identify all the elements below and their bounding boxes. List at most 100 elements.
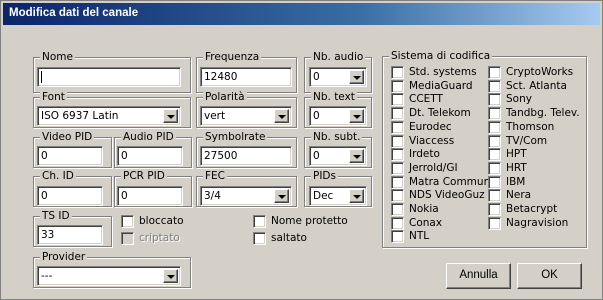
ch-id-input[interactable]: 0 <box>37 186 103 206</box>
chevron-down-icon[interactable] <box>274 189 289 203</box>
encoding-checkbox[interactable]: Sony <box>488 93 532 107</box>
pids-label: PIDs <box>311 169 338 183</box>
checkbox-box[interactable] <box>488 189 501 203</box>
checkbox-box[interactable] <box>488 161 501 175</box>
checkbox-box[interactable] <box>391 93 404 107</box>
encoding-checkbox[interactable]: CryptoWorks <box>488 66 573 79</box>
encoding-label: CCETT <box>409 93 443 106</box>
checkbox-box[interactable] <box>121 215 134 228</box>
nome-label: Nome <box>40 50 75 64</box>
video-pid-label: Video PID <box>40 130 95 144</box>
encoding-label: HPT <box>506 148 527 161</box>
checkbox-box[interactable] <box>488 107 501 121</box>
encoding-checkbox[interactable]: Nagravision <box>488 216 569 230</box>
pids-select[interactable]: Dec <box>309 186 367 206</box>
ok-button[interactable]: OK <box>517 263 582 289</box>
chevron-down-icon[interactable] <box>163 269 178 283</box>
nome-input[interactable] <box>37 67 181 87</box>
chevron-down-icon[interactable] <box>349 70 364 84</box>
encoding-label: Jerrold/GI <box>409 161 458 174</box>
checkbox-box[interactable] <box>391 134 404 148</box>
encoding-label: Nagravision <box>506 216 569 229</box>
encoding-checkbox[interactable]: IBM <box>488 175 526 189</box>
encoding-checkbox[interactable]: NDS VideoGuz <box>391 189 485 203</box>
encoding-checkbox[interactable]: CCETT <box>391 93 443 107</box>
encoding-checkbox[interactable]: Tandbg. Telev. <box>488 107 580 121</box>
checkbox-box[interactable] <box>488 203 501 216</box>
bloccato-checkbox[interactable]: bloccato <box>121 215 184 228</box>
checkbox-box[interactable] <box>488 93 501 107</box>
encoding-label: TV/Com <box>506 134 548 147</box>
checkbox-box[interactable] <box>391 148 404 162</box>
audio-pid-input[interactable]: 0 <box>117 146 183 166</box>
encoding-checkbox[interactable]: Conax <box>391 216 442 230</box>
nome-protetto-checkbox[interactable]: Nome protetto <box>253 215 348 228</box>
checkbox-box[interactable] <box>253 232 266 245</box>
encoding-checkbox[interactable]: Irdeto <box>391 148 440 162</box>
annulla-button[interactable]: Annulla <box>446 263 511 289</box>
chevron-down-icon[interactable] <box>349 109 364 123</box>
encoding-label: IBM <box>506 175 526 188</box>
encoding-label: Sct. Atlanta <box>506 79 567 92</box>
nb-text-label: Nb. text <box>311 90 357 104</box>
encoding-label: Sony <box>506 93 532 106</box>
chevron-down-icon[interactable] <box>349 189 364 203</box>
encoding-checkbox[interactable]: Betacrypt <box>488 203 557 216</box>
encoding-checkbox[interactable]: Thomson <box>488 120 554 134</box>
encoding-checkbox[interactable]: Nokia <box>391 203 439 216</box>
encoding-checkbox[interactable]: Eurodec <box>391 120 452 134</box>
encoding-checkbox[interactable]: Viaccess <box>391 134 454 148</box>
provider-select[interactable]: --- <box>37 266 181 286</box>
text-caret <box>41 71 42 83</box>
fec-select[interactable]: 3/4 <box>200 186 292 206</box>
symbolrate-input[interactable]: 27500 <box>200 146 292 166</box>
frequenza-input[interactable]: 12480 <box>200 67 292 87</box>
video-pid-input[interactable]: 0 <box>37 146 103 166</box>
checkbox-box[interactable] <box>391 161 404 175</box>
nb-subt-select[interactable]: 0 <box>309 146 367 166</box>
chevron-down-icon[interactable] <box>274 109 289 123</box>
encoding-checkbox[interactable]: HRT <box>488 161 527 175</box>
checkbox-box[interactable] <box>391 216 404 230</box>
checkbox-box[interactable] <box>391 107 404 121</box>
encoding-label: Betacrypt <box>506 203 558 215</box>
encoding-checkbox[interactable]: HPT <box>488 148 527 162</box>
saltato-checkbox[interactable]: saltato <box>253 232 307 245</box>
checkbox-box[interactable] <box>488 66 501 79</box>
nb-audio-select[interactable]: 0 <box>309 67 367 87</box>
encoding-checkbox[interactable]: Nera <box>488 189 532 203</box>
encoding-checkbox[interactable]: Sct. Atlanta <box>488 79 567 93</box>
font-select[interactable]: ISO 6937 Latin <box>37 106 181 126</box>
checkbox-box[interactable] <box>488 175 501 189</box>
checkbox-box[interactable] <box>488 134 501 148</box>
encoding-checkbox[interactable]: Jerrold/GI <box>391 161 458 175</box>
checkbox-box[interactable] <box>391 79 404 93</box>
encoding-checkbox[interactable]: Dt. Telekom <box>391 107 471 121</box>
checkbox-box[interactable] <box>488 148 501 162</box>
symbolrate-label: Symbolrate <box>203 130 268 144</box>
checkbox-box[interactable] <box>391 66 404 79</box>
checkbox-box[interactable] <box>488 79 501 93</box>
nb-text-select[interactable]: 0 <box>309 106 367 126</box>
encoding-checkbox[interactable]: NTL <box>391 230 429 244</box>
polarita-select[interactable]: vert <box>200 106 292 126</box>
pcr-pid-input[interactable]: 0 <box>117 186 183 206</box>
checkbox-box[interactable] <box>488 120 501 134</box>
chevron-down-icon[interactable] <box>349 149 364 163</box>
checkbox-box[interactable] <box>391 230 404 244</box>
encoding-label: Nokia <box>409 203 439 215</box>
encoding-label: Nera <box>506 189 532 202</box>
encoding-checkbox[interactable]: MediaGuard <box>391 79 473 93</box>
checkbox-box[interactable] <box>391 189 404 203</box>
checkbox-box[interactable] <box>391 203 404 216</box>
checkbox-box[interactable] <box>391 175 404 189</box>
encoding-checkbox[interactable]: TV/Com <box>488 134 548 148</box>
encoding-checkbox[interactable]: Std. systems <box>391 66 477 79</box>
font-label: Font <box>40 90 67 104</box>
checkbox-box[interactable] <box>488 216 501 230</box>
checkbox-box[interactable] <box>253 215 266 228</box>
ts-id-input[interactable]: 33 <box>37 225 103 245</box>
encoding-checkbox[interactable]: Matra Commun <box>391 175 490 189</box>
checkbox-box[interactable] <box>391 120 404 134</box>
chevron-down-icon[interactable] <box>163 109 178 123</box>
